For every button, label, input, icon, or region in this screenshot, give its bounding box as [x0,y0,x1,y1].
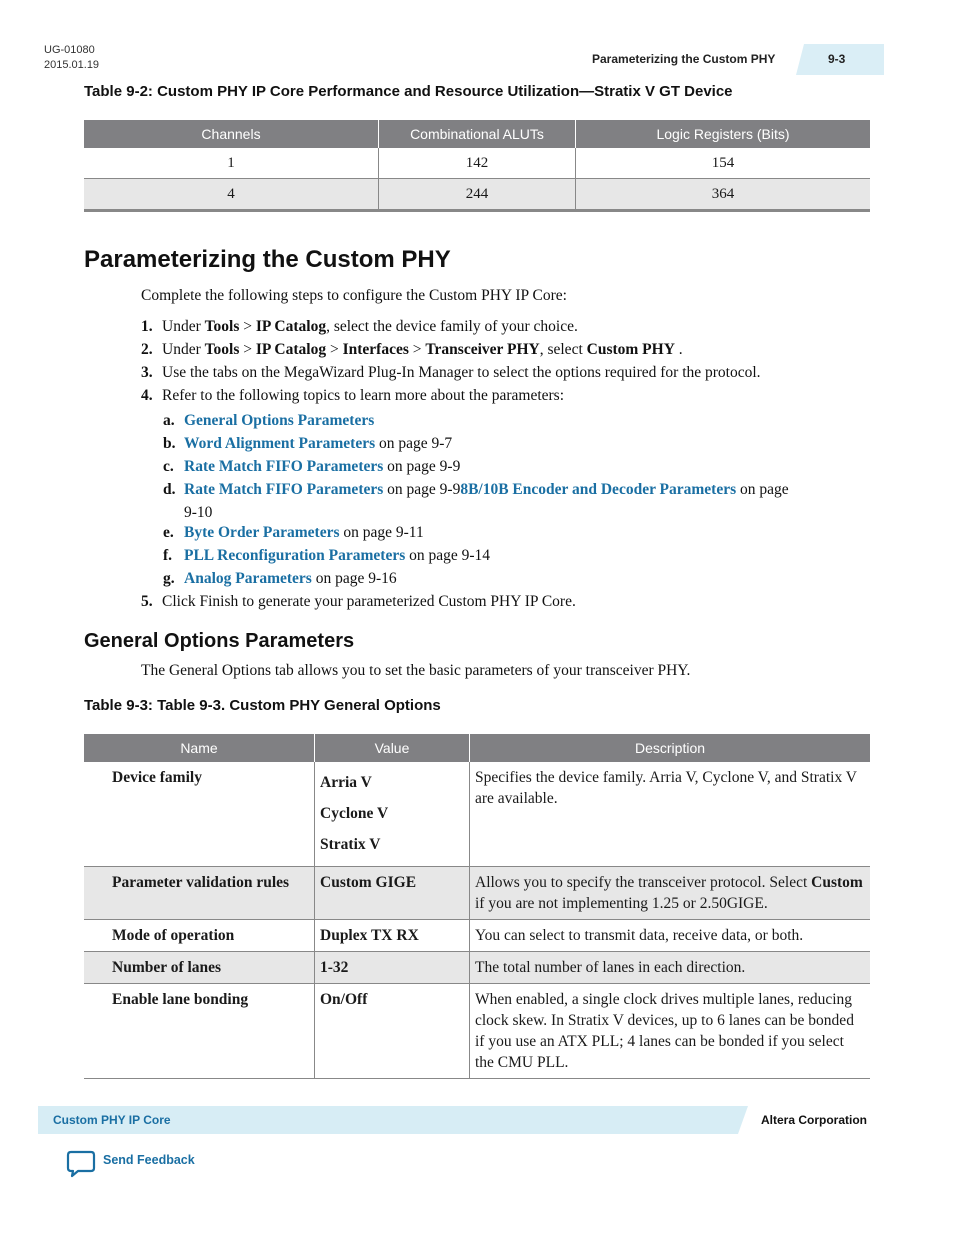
subsection-heading: General Options Parameters [84,630,355,652]
column-header: Channels [84,120,379,148]
topic-item: f. PLL Reconfiguration Parameters on page… [163,547,491,564]
column-header: Description [469,734,870,762]
table-9-2: Channels Combinational ALUTs Logic Regis… [84,120,870,212]
footer-product[interactable]: Custom PHY IP Core [53,1113,171,1127]
step-1: 1. Under Tools > IP Catalog, select the d… [141,318,578,335]
send-feedback-link[interactable]: Send Feedback [66,1150,195,1178]
topic-link-rate-match-fifo-2[interactable]: Rate Match FIFO Parameters [184,481,383,498]
topic-item: g. Analog Parameters on page 9-16 [163,570,397,587]
footer-product-band: Custom PHY IP Core [38,1106,748,1134]
topic-link-rate-match-fifo[interactable]: Rate Match FIFO Parameters [184,458,383,475]
step-4: 4. Refer to the following topics to learn… [141,387,565,404]
table-9-2-caption: Table 9-2: Custom PHY IP Core Performanc… [84,83,733,100]
footer-company: Altera Corporation [761,1113,868,1127]
param-value: 1-32 [314,951,470,984]
param-name: Number of lanes [84,951,315,984]
param-value: Duplex TX RX [314,919,470,952]
param-value: Custom GIGE [314,866,470,920]
section-intro: Complete the following steps to configur… [141,287,567,304]
doc-date: 2015.01.19 [44,59,100,71]
param-name: Enable lane bonding [84,983,315,1079]
param-name: Mode of operation [84,919,315,952]
subsection-intro: The General Options tab allows you to se… [141,662,691,679]
table-row: 1 142 154 [84,148,870,179]
param-description: You can select to transmit data, receive… [469,919,870,952]
doc-meta: UG-01080 2015.01.19 [44,43,99,73]
table-cell: 142 [378,148,576,179]
value-option: Cyclone V [320,805,389,822]
topic-link-analog[interactable]: Analog Parameters [184,570,312,587]
column-header: Combinational ALUTs [378,120,576,148]
step-3: 3. Use the tabs on the MegaWizard Plug-In… [141,364,761,381]
table-9-3: Name Value Description Device family Arr… [84,734,870,1079]
table-row: Number of lanes 1-32 The total number of… [84,951,870,984]
step-2: 2. Under Tools > IP Catalog > Interfaces … [141,341,683,358]
param-description: Specifies the device family. Arria V, Cy… [469,762,870,867]
table-row: 4 244 364 [84,178,870,212]
table-row: Mode of operation Duplex TX RX You can s… [84,919,870,952]
topic-link-8b10b-encoder-decoder[interactable]: 8B/10B Encoder and Decoder Parameters [460,481,736,498]
step-5: 5. Click Finish to generate your paramete… [141,593,576,610]
param-description: When enabled, a single clock drives mult… [469,983,870,1079]
topic-link-word-alignment[interactable]: Word Alignment Parameters [184,435,375,452]
topic-link-general-options[interactable]: General Options Parameters [184,412,374,429]
topic-item: a. General Options Parameters [163,412,375,429]
section-heading: Parameterizing the Custom PHY [84,246,451,273]
table-row: Parameter validation rules Custom GIGE A… [84,866,870,920]
table-header-row: Name Value Description [84,734,870,762]
param-value: On/Off [314,983,470,1079]
topic-link-byte-order[interactable]: Byte Order Parameters [184,524,340,541]
value-option: Stratix V [320,836,381,853]
value-option: Arria V [320,774,372,791]
topic-item: e. Byte Order Parameters on page 9-11 [163,524,424,541]
param-name: Parameter validation rules [84,866,315,920]
table-row: Device family Arria V Cyclone V Stratix … [84,762,870,867]
table-cell: 244 [378,178,576,212]
table-cell: 1 [84,148,379,179]
speech-bubble-icon [66,1150,96,1178]
param-name: Device family [84,762,315,867]
page-number: 9-3 [828,52,846,66]
param-value: Arria V Cyclone V Stratix V [314,762,470,867]
param-description: The total number of lanes in each direct… [469,951,870,984]
topic-item: d. Rate Match FIFO Parameters on page 9-9… [163,481,789,521]
doc-id: UG-01080 [44,44,95,56]
topic-item: b. Word Alignment Parameters on page 9-7 [163,435,453,452]
table-cell: 154 [575,148,870,179]
table-cell: 4 [84,178,379,212]
column-header: Value [314,734,470,762]
param-description: Allows you to specify the transceiver pr… [469,866,870,920]
table-row: Enable lane bonding On/Off When enabled,… [84,983,870,1079]
table-cell: 364 [575,178,870,212]
page-number-tab: 9-3 [796,44,884,75]
topic-item: c. Rate Match FIFO Parameters on page 9-9 [163,458,461,475]
running-header-title: Parameterizing the Custom PHY [592,52,776,66]
column-header: Logic Registers (Bits) [575,120,870,148]
table-header-row: Channels Combinational ALUTs Logic Regis… [84,120,870,148]
column-header: Name [84,734,315,762]
topic-link-pll-reconfiguration[interactable]: PLL Reconfiguration Parameters [184,547,405,564]
send-feedback-label: Send Feedback [103,1153,195,1167]
table-9-3-caption: Table 9-3: Table 9-3. Custom PHY General… [84,697,441,714]
